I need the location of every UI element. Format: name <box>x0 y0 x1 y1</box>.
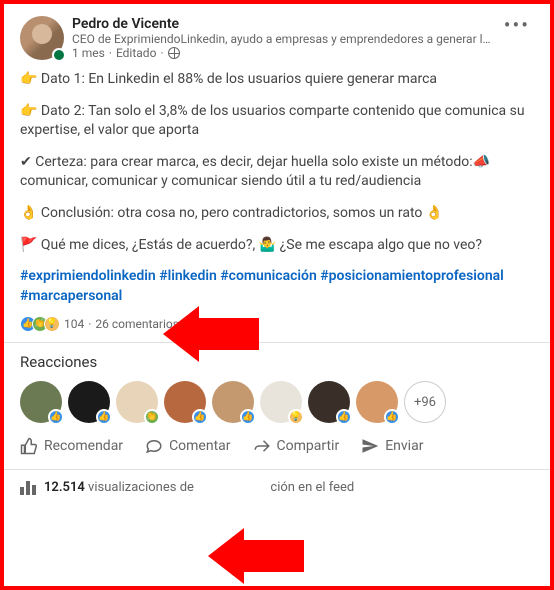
views-row[interactable]: 12.514 visualizaciones de ción en el fee… <box>20 480 534 495</box>
send-icon <box>361 437 379 455</box>
share-button[interactable]: Compartir <box>253 437 340 455</box>
reactor-avatar[interactable]: 👏 <box>116 381 158 423</box>
divider <box>4 469 550 470</box>
post-body: 👉 Dato 1: En Linkedin el 88% de los usua… <box>20 70 534 255</box>
reactor-avatars: 👍👍👏👍👍💡👍👍+96 <box>20 381 534 423</box>
reaction-icons: 👍 👏 💡 <box>20 316 60 332</box>
insightful-icon: 💡 <box>44 316 60 332</box>
action-label: Recomendar <box>44 438 123 454</box>
views-label-tail: ción en el feed <box>270 480 354 495</box>
author-avatar[interactable] <box>20 16 64 60</box>
divider <box>4 342 550 343</box>
post-line: ✔ Certeza: para crear marca, es decir, d… <box>20 153 534 192</box>
send-button[interactable]: Enviar <box>361 437 423 455</box>
author-subtitle: CEO de ExprimiendoLinkedin, ayudo a empr… <box>72 32 492 46</box>
thumbs-up-icon <box>20 437 38 455</box>
post-line: 👌 Conclusión: otra cosa no, pero contrad… <box>20 204 534 224</box>
reactor-avatar[interactable]: 👍 <box>212 381 254 423</box>
reactor-avatar[interactable]: 👍 <box>68 381 110 423</box>
author-name[interactable]: Pedro de Vicente <box>72 16 492 32</box>
bars-icon <box>20 481 36 495</box>
reactor-avatar[interactable]: 👍 <box>164 381 206 423</box>
post-meta: 1 mes · Editado · <box>72 46 492 60</box>
action-label: Enviar <box>385 438 423 454</box>
globe-icon <box>168 47 180 59</box>
hashtag[interactable]: #comunicación <box>220 268 317 284</box>
hashtag[interactable]: #linkedin <box>159 268 217 284</box>
reaction-summary[interactable]: 👍 👏 💡 104 · 26 comentarios <box>20 316 534 332</box>
reactions-title: Reacciones <box>20 353 534 371</box>
reaction-count: 104 <box>64 317 84 331</box>
views-count: 12.514 <box>44 480 85 495</box>
annotation-arrow <box>244 540 304 572</box>
reactor-avatar[interactable]: 👍 <box>20 381 62 423</box>
post-age: 1 mes <box>72 46 105 60</box>
reaction-badge-icon: 👍 <box>384 409 400 425</box>
hashtags: #exprimiendolinkedin #linkedin #comunica… <box>20 267 534 306</box>
post-edited: Editado <box>116 46 156 60</box>
reaction-badge-icon: 👍 <box>240 409 256 425</box>
action-label: Comentar <box>169 438 230 454</box>
hashtag[interactable]: #posicionamientoprofesional <box>320 268 504 284</box>
comment-icon <box>145 437 163 455</box>
more-options-button[interactable]: ••• <box>500 16 534 34</box>
post-line: 👉 Dato 1: En Linkedin el 88% de los usua… <box>20 70 534 90</box>
reaction-badge-icon: 👍 <box>336 409 352 425</box>
reaction-badge-icon: 👍 <box>192 409 208 425</box>
comment-button[interactable]: Comentar <box>145 437 230 455</box>
sep: · <box>88 317 91 331</box>
views-label: visualizaciones de <box>85 480 194 495</box>
share-icon <box>253 437 271 455</box>
more-reactors-button[interactable]: +96 <box>404 381 446 423</box>
post-line: 🚩 Qué me dices, ¿Estás de acuerdo?, 🤷‍♂️… <box>20 236 534 256</box>
action-bar: Recomendar Comentar Compartir Enviar <box>20 437 534 455</box>
reaction-badge-icon: 👍 <box>96 409 112 425</box>
post-line: 👉 Dato 2: Tan solo el 3,8% de los usuari… <box>20 102 534 141</box>
reactor-avatar[interactable]: 👍 <box>356 381 398 423</box>
reactor-avatar[interactable]: 💡 <box>260 381 302 423</box>
hashtag[interactable]: #exprimiendolinkedin <box>20 268 156 284</box>
reactor-avatar[interactable]: 👍 <box>308 381 350 423</box>
annotation-arrow <box>199 318 259 350</box>
presence-dot <box>52 48 66 62</box>
action-label: Compartir <box>277 438 340 454</box>
reaction-badge-icon: 👏 <box>144 409 160 425</box>
recommend-button[interactable]: Recomendar <box>20 437 123 455</box>
hashtag[interactable]: #marcapersonal <box>20 288 122 304</box>
reaction-badge-icon: 👍 <box>48 409 64 425</box>
reaction-badge-icon: 💡 <box>288 409 304 425</box>
